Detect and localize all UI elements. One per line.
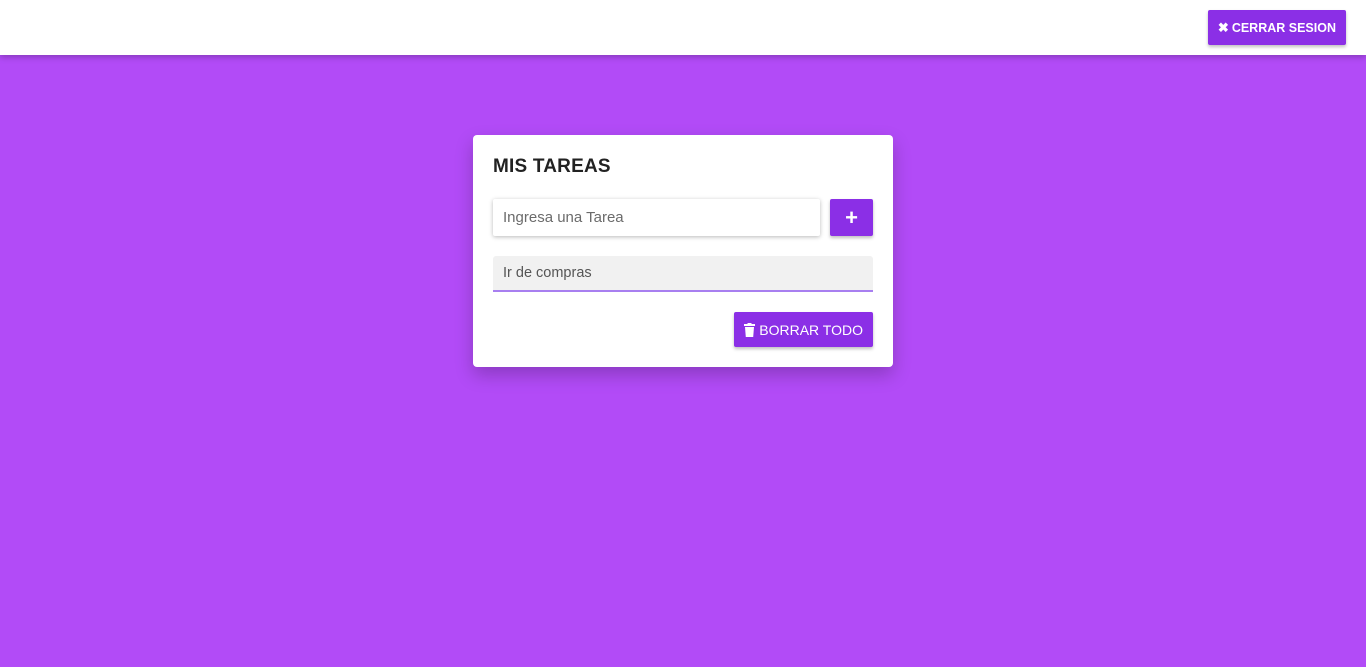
clear-all-button[interactable]: BORRAR TODO: [734, 312, 873, 347]
task-card: MIS TAREAS + Ir de compras BORRAR TODO: [473, 135, 893, 367]
logout-button[interactable]: ✖ CERRAR SESION: [1207, 10, 1346, 45]
list-item[interactable]: Ir de compras: [493, 256, 873, 292]
clear-all-label: BORRAR TODO: [759, 321, 863, 338]
add-task-button[interactable]: +: [830, 199, 873, 236]
page-title: MIS TAREAS: [493, 156, 611, 177]
logout-button-label: CERRAR SESION: [1231, 20, 1336, 35]
close-icon: ✖: [1217, 20, 1229, 35]
plus-icon: +: [845, 204, 858, 230]
top-navbar: ✖ CERRAR SESION: [0, 0, 1366, 55]
task-text: Ir de compras: [503, 265, 592, 281]
new-task-input[interactable]: [493, 199, 820, 236]
trash-icon: [744, 322, 756, 337]
